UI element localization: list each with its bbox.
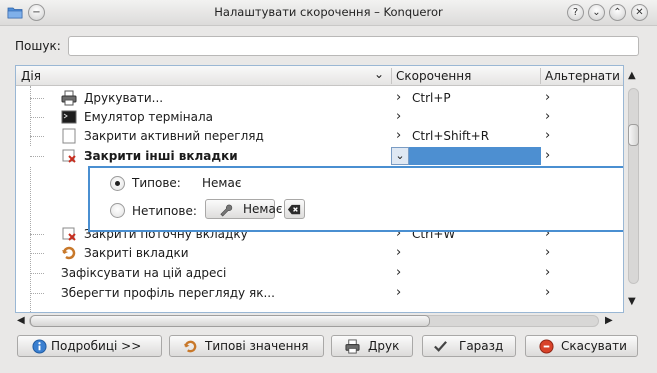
scroll-left-icon[interactable]: ◀ [17,315,25,326]
title-bar: − Налаштувати скорочення – Konqueror ? ⌄… [0,0,657,26]
checkmark-icon [434,341,447,352]
chevron-right-icon[interactable]: › [545,109,550,124]
printer-icon [61,90,77,106]
row-label: Емулятор термінала [84,110,213,124]
table-row[interactable]: Закрити активний перегляд › Ctrl+Shift+R… [16,127,623,146]
chevron-right-icon[interactable]: › [545,148,550,163]
custom-label: Нетипове: [132,204,197,218]
details-button[interactable]: Подробиці >> [17,335,162,357]
table-header: Дія ⌄ Скорочення Альтернати [16,66,623,86]
table-row-selected[interactable]: Закрити інші вкладки ⌄ › [16,147,623,166]
tree-branch [30,253,44,254]
row-label: Друкувати... [84,91,164,105]
table-row[interactable]: Зафіксувати на цій адресі › › [16,264,623,283]
table-row[interactable]: Емулятор термінала › › [16,108,623,127]
undo-icon [183,340,197,353]
chevron-right-icon[interactable]: › [396,109,401,124]
row-label: Закрити інші вкладки [84,149,238,163]
row-label: Зберегти профіль перегляду як... [61,286,275,300]
window-title: Налаштувати скорочення – Konqueror [214,5,443,19]
maximize-button[interactable]: ⌃ [609,4,626,21]
column-header-action[interactable]: Дія [21,69,41,83]
tree-branch [30,98,44,99]
shortcuts-tree[interactable]: Дія ⌄ Скорочення Альтернати Друкувати...… [15,65,624,313]
tree-branch [30,293,44,294]
chevron-right-icon[interactable]: › [396,128,401,143]
tree-branch [30,273,44,274]
print-label: Друк [368,339,400,353]
chevron-right-icon[interactable]: › [545,285,550,300]
scroll-right-icon[interactable]: ▶ [605,315,613,326]
row-label: Закрити активний перегляд [84,129,264,143]
info-icon [32,339,47,354]
blank-doc-icon [62,128,76,144]
undo-closed-icon [62,246,76,260]
shortcut-selection-field[interactable] [391,147,541,165]
clear-shortcut-button[interactable] [284,199,305,219]
shortcut-editor: Типове: Немає Нетипове: Немає [88,166,623,232]
scroll-up-icon[interactable]: ▲ [628,70,636,81]
printer-icon [345,339,360,354]
chevron-right-icon[interactable]: › [396,90,401,105]
search-input[interactable] [68,36,639,56]
row-label: Зафіксувати на цій адресі [61,266,227,280]
close-tabs-icon [62,149,76,163]
chevron-right-icon[interactable]: › [396,265,401,280]
row-label: Закриті вкладки [84,246,189,260]
column-header-alternate[interactable]: Альтернати [545,69,620,83]
column-divider [391,68,392,84]
wrench-icon [220,204,233,217]
default-radio[interactable] [110,176,125,191]
close-tab-icon [62,227,76,241]
help-button[interactable]: ? [567,4,584,21]
ok-button[interactable]: Гаразд [422,335,516,357]
chevron-right-icon[interactable]: › [396,285,401,300]
cancel-button[interactable]: Скасувати [525,335,638,357]
tree-branch [30,156,44,157]
chevron-right-icon[interactable]: › [545,265,550,280]
chevron-down-icon[interactable]: ⌄ [391,147,409,165]
details-label: Подробиці >> [51,339,142,353]
custom-shortcut-label: Немає [243,202,283,216]
chevron-right-icon[interactable]: › [545,128,550,143]
terminal-icon [61,110,77,124]
sort-chevron-icon[interactable]: ⌄ [374,67,384,81]
chevron-right-icon[interactable]: › [545,90,550,105]
search-label: Пошук: [15,39,61,53]
vertical-scrollbar[interactable]: ▲ ▼ [625,66,641,312]
ok-label: Гаразд [459,339,504,353]
custom-shortcut-button[interactable]: Немає [205,199,282,219]
horizontal-scrollbar[interactable]: ◀ ▶ [15,313,624,329]
clear-icon [287,204,301,215]
close-button[interactable]: ✕ [631,4,648,21]
scroll-thumb[interactable] [628,124,639,146]
minimize-button[interactable]: ⌄ [588,4,605,21]
column-header-shortcut[interactable]: Скорочення [396,69,471,83]
column-divider [540,68,541,84]
custom-radio[interactable] [110,203,125,218]
row-shortcut: Ctrl+P [412,91,451,105]
table-row[interactable]: Закриті вкладки › › [16,244,623,263]
default-value: Немає [202,176,242,190]
scroll-down-icon[interactable]: ▼ [628,296,636,307]
cancel-label: Скасувати [561,339,627,353]
tree-branch [30,117,44,118]
defaults-label: Типові значення [205,339,309,353]
scroll-thumb[interactable] [30,315,430,327]
chevron-right-icon[interactable]: › [545,245,550,260]
tree-branch [30,234,44,235]
defaults-button[interactable]: Типові значення [169,335,324,357]
table-row[interactable]: Зберегти профіль перегляду як... › › [16,284,623,303]
table-row[interactable]: Друкувати... › Ctrl+P › [16,89,623,108]
scroll-track[interactable] [628,88,639,284]
chevron-right-icon[interactable]: › [396,245,401,260]
cancel-icon [539,339,554,354]
row-shortcut: Ctrl+Shift+R [412,129,490,143]
tree-branch [30,136,44,137]
print-button[interactable]: Друк [331,335,413,357]
default-label: Типове: [132,176,181,190]
